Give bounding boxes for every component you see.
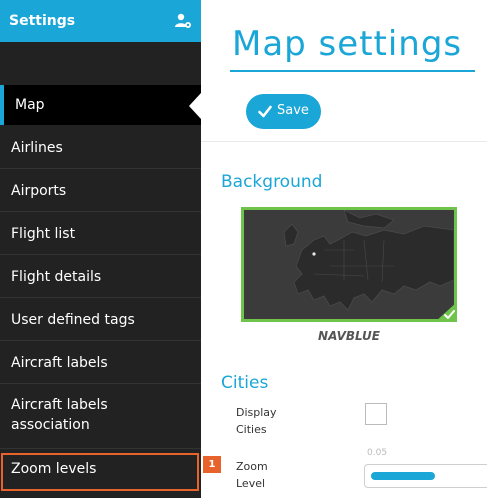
cities-heading: Cities <box>221 373 269 393</box>
sidebar-item-label: User defined tags <box>11 312 135 328</box>
sidebar-item-label: Flight list <box>11 226 76 242</box>
zoom-min-value: 0.05 <box>367 448 388 458</box>
divider <box>0 254 201 255</box>
display-cities-label: Display Cities <box>236 406 277 436</box>
divider <box>0 383 201 384</box>
europe-map-image <box>244 210 454 319</box>
divider <box>0 168 201 169</box>
active-indicator <box>0 85 4 125</box>
sidebar-header: Settings <box>0 0 201 42</box>
divider <box>0 340 201 341</box>
map-background-option[interactable] <box>241 207 457 322</box>
sidebar-item-map[interactable]: Map <box>0 85 201 125</box>
sidebar-item-flight-list[interactable]: Flight list <box>0 213 201 255</box>
sidebar-item-label: Map <box>15 97 45 113</box>
sidebar-item-label: Aircraft labels <box>11 355 108 371</box>
sidebar-item-label: Flight details <box>11 269 102 285</box>
sidebar-item-label: Aircraft labels association <box>11 397 108 433</box>
sidebar-item-label: Airports <box>11 183 67 199</box>
active-arrow-icon <box>189 93 201 119</box>
user-settings-icon[interactable] <box>174 12 192 30</box>
sidebar-item-airports[interactable]: Airports <box>0 170 201 212</box>
sidebar: Settings Map Airlines Airports Flight li… <box>0 0 201 498</box>
main-content: Map settings Save Background NAVBLUE Cit… <box>201 0 487 498</box>
toolbar-divider <box>201 141 487 142</box>
save-label: Save <box>277 103 309 118</box>
sidebar-item-flight-details[interactable]: Flight details <box>0 256 201 298</box>
display-cities-checkbox[interactable] <box>365 403 387 425</box>
map-option-label: NAVBLUE <box>318 329 380 343</box>
slider-fill <box>371 472 435 480</box>
zoom-levels-highlight <box>1 453 199 491</box>
check-icon <box>258 105 272 118</box>
zoom-level-label: Zoom Level <box>236 460 268 490</box>
sidebar-item-airlines[interactable]: Airlines <box>0 127 201 169</box>
background-heading: Background <box>221 172 323 192</box>
page-title: Map settings <box>232 24 463 64</box>
sidebar-item-label: Airlines <box>11 140 63 156</box>
divider <box>0 211 201 212</box>
sidebar-title: Settings <box>9 13 76 29</box>
selected-check-icon <box>435 302 457 322</box>
divider <box>0 297 201 298</box>
sidebar-item-aircraft-labels-association[interactable]: Aircraft labels association <box>0 385 201 449</box>
divider <box>0 448 201 449</box>
title-underline <box>230 70 475 72</box>
zoom-level-slider[interactable] <box>364 464 487 488</box>
sidebar-item-user-defined-tags[interactable]: User defined tags <box>0 299 201 341</box>
save-button[interactable]: Save <box>246 94 321 129</box>
sidebar-item-aircraft-labels[interactable]: Aircraft labels <box>0 342 201 384</box>
